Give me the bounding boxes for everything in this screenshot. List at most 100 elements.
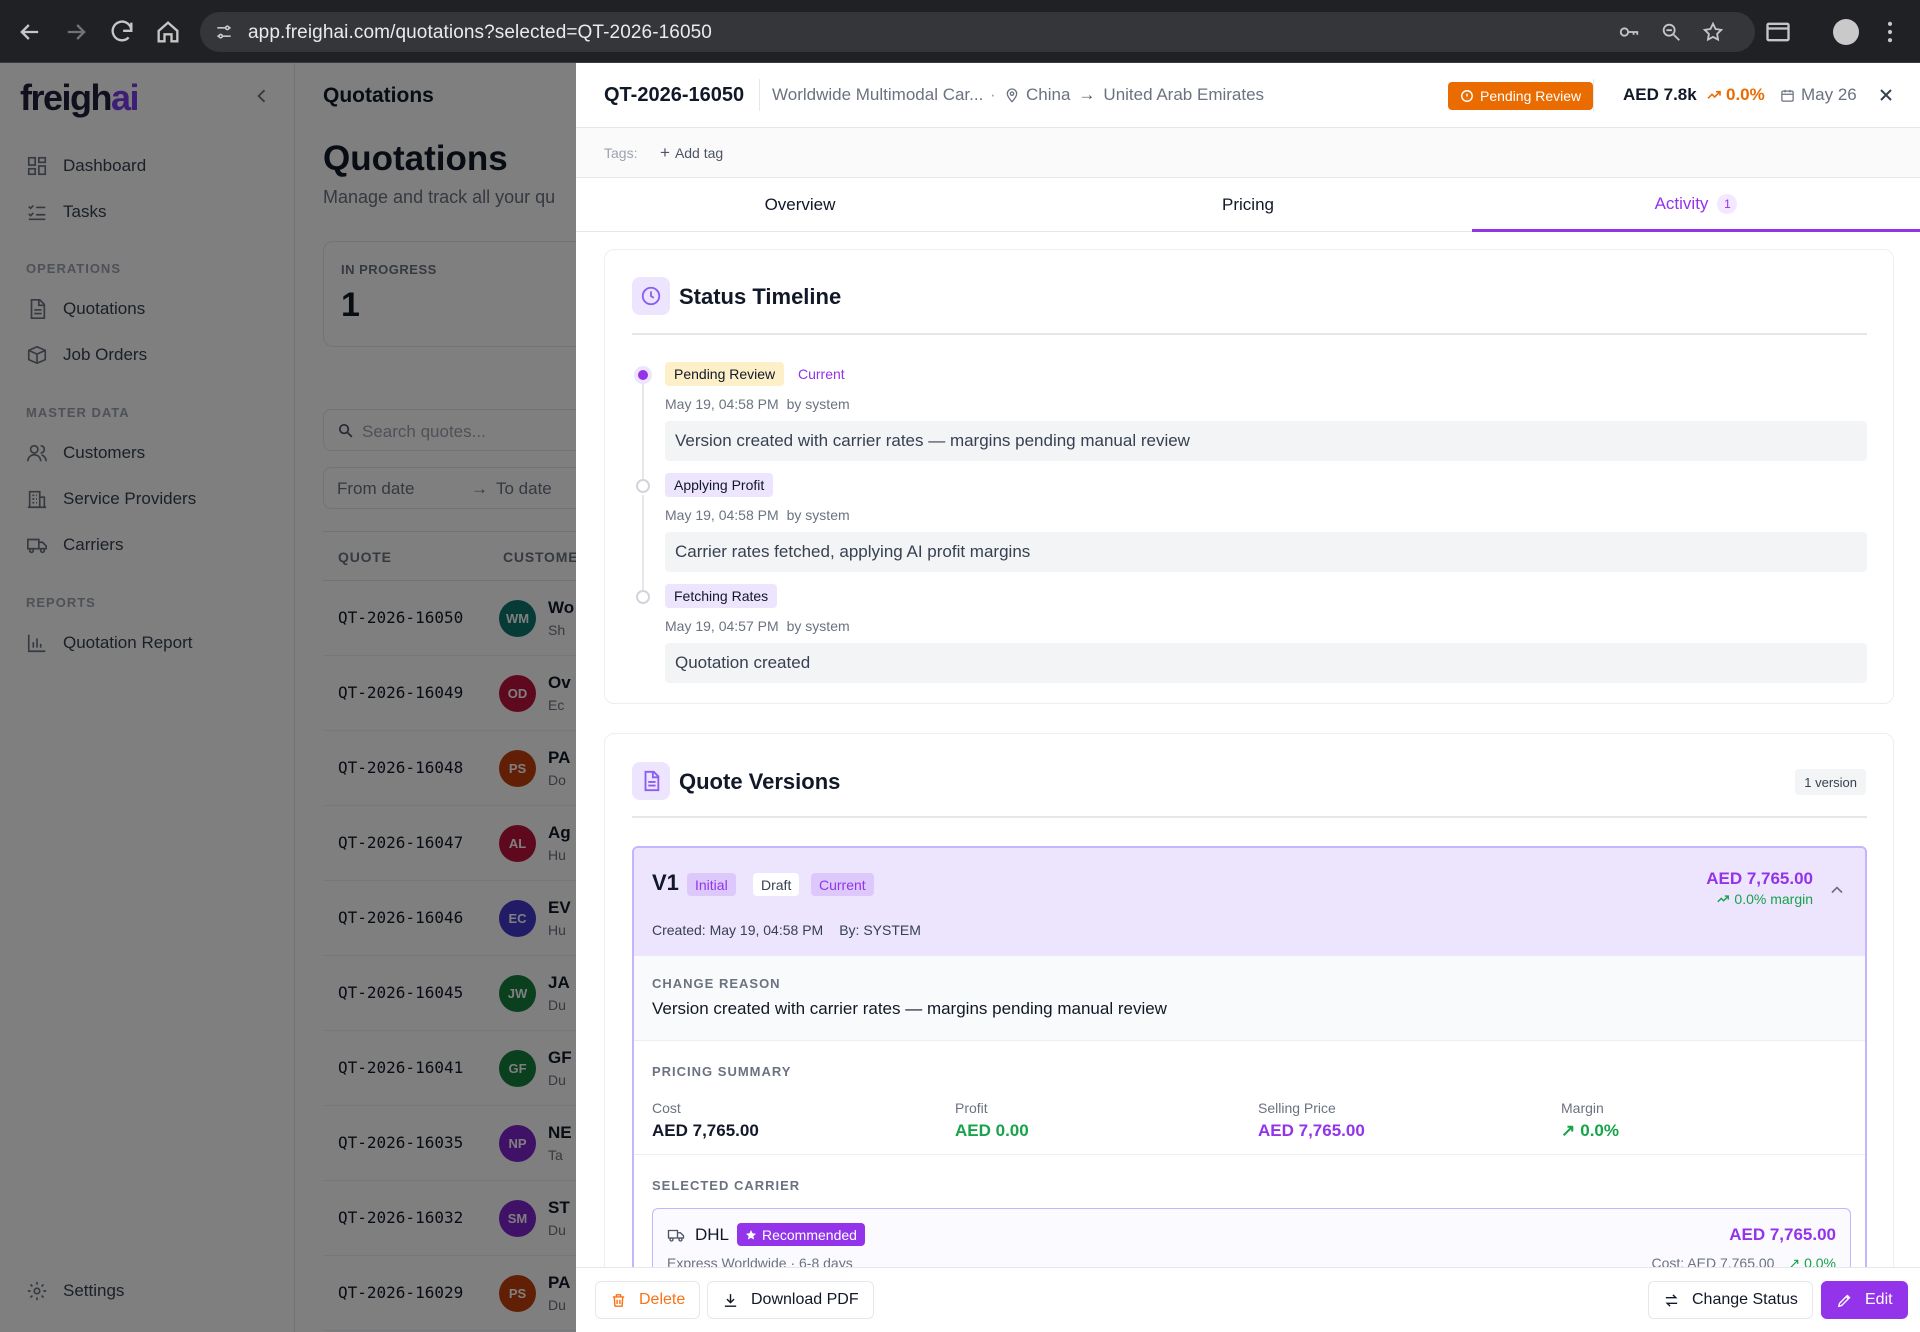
timeline-connector (642, 495, 644, 590)
route: China → United Arab Emirates (1004, 85, 1264, 105)
pricing-summary-label: PRICING SUMMARY (652, 1064, 792, 1079)
forward-icon[interactable] (62, 18, 90, 46)
version-meta: Created: May 19, 04:58 PM By: SYSTEM (652, 922, 921, 938)
pricing-margin: Margin ↗ 0.0% (1561, 1100, 1619, 1140)
version-header[interactable]: V1 Initial Draft Current AED 7,765.00 0.… (634, 848, 1865, 956)
timeline-author: by system (786, 396, 850, 412)
route-destination: United Arab Emirates (1103, 85, 1265, 104)
separator-dot: · (990, 85, 996, 104)
timeline-note: Quotation created (665, 643, 1867, 683)
tab-overview[interactable]: Overview (576, 178, 1024, 232)
timeline-status-badge: Pending Review (665, 362, 785, 386)
version-created: Created: May 19, 04:58 PM (652, 922, 824, 938)
timeline-connector (642, 384, 644, 479)
timeline-item: Pending Review Current May 19, 04:58 PM by … (632, 362, 1867, 479)
timeline-status-badge: Fetching Rates (665, 584, 778, 608)
reload-icon[interactable] (108, 18, 136, 46)
version-card: V1 Initial Draft Current AED 7,765.00 0.… (632, 846, 1867, 1332)
version-tag-current: Current (811, 873, 874, 896)
timeline-time: May 19, 04:58 PM by system (665, 507, 850, 523)
arrow-right-icon: → (1078, 85, 1096, 104)
back-icon[interactable] (16, 18, 44, 46)
selected-carrier-label: SELECTED CARRIER (652, 1178, 801, 1193)
timeline-author: by system (786, 618, 850, 634)
timeline-current-label: Current (798, 366, 845, 382)
timeline-dot (636, 368, 650, 382)
document-icon (632, 762, 670, 800)
status-timeline-section: Status Timeline Pending Review Current May… (604, 249, 1894, 704)
version-amount: AED 7,765.00 (1706, 869, 1813, 888)
close-icon[interactable] (1876, 85, 1896, 105)
swap-arrows-icon (1665, 1293, 1678, 1307)
divider (759, 79, 760, 111)
version-count-badge: 1 version (1795, 769, 1866, 795)
address-bar[interactable]: app.freighai.com/quotations?selected=QT-… (200, 12, 1755, 52)
calendar-icon (1781, 89, 1794, 102)
customer-name[interactable]: Worldwide Multimodal Car... (772, 85, 983, 105)
tags-label: Tags: (604, 145, 638, 161)
download-pdf-button[interactable]: Download PDF (707, 1281, 874, 1319)
timeline-time: May 19, 04:57 PM by system (665, 618, 850, 634)
timeline-note: Carrier rates fetched, applying AI profi… (665, 532, 1867, 572)
browser-menu-icon[interactable] (1876, 18, 1904, 46)
clock-icon (632, 277, 670, 315)
delete-button[interactable]: Delete (595, 1281, 701, 1319)
change-status-button[interactable]: Change Status (1648, 1281, 1813, 1319)
pencil-icon (1837, 1294, 1851, 1307)
download-icon (724, 1293, 737, 1307)
quote-id: QT-2026-16050 (604, 84, 745, 106)
panel-footer: Delete Download PDF Change Status Edit (576, 1267, 1920, 1332)
browser-toolbar: app.freighai.com/quotations?selected=QT-… (0, 0, 1920, 63)
tab-search-icon[interactable] (1764, 18, 1792, 46)
tab-activity[interactable]: Activity 1 (1472, 178, 1920, 232)
divider (1593, 79, 1594, 111)
edit-button[interactable]: Edit (1821, 1281, 1908, 1319)
star-icon (746, 1229, 756, 1240)
quote-versions-section: Quote Versions 1 version V1 Initial Draf… (604, 733, 1894, 1332)
version-tag-draft: Draft (753, 873, 800, 896)
profile-avatar[interactable] (1833, 19, 1859, 45)
bookmark-star-icon[interactable] (1702, 21, 1724, 43)
divider (632, 333, 1867, 335)
activity-count-badge: 1 (1717, 193, 1738, 214)
tags-bar: Tags: + Add tag (576, 128, 1920, 178)
add-tag-button[interactable]: + Add tag (660, 143, 723, 163)
section-title: Quote Versions (679, 769, 841, 794)
status-badge[interactable]: Pending Review (1448, 82, 1594, 110)
change-reason: CHANGE REASON Version created with carri… (634, 956, 1865, 1041)
carrier-amount: AED 7,765.00 (1729, 1225, 1836, 1244)
panel-header: QT-2026-16050 Worldwide Multimodal Car..… (576, 63, 1920, 128)
tab-pricing[interactable]: Pricing (1024, 178, 1472, 232)
truck-icon (667, 1229, 685, 1242)
timeline-status-badge: Applying Profit (665, 473, 774, 497)
trend-up-icon: ↗ (1561, 1121, 1576, 1140)
pricing-cost: Cost AED 7,765.00 (652, 1100, 759, 1140)
home-icon[interactable] (154, 18, 182, 46)
url-text: app.freighai.com/quotations?selected=QT-… (248, 22, 712, 43)
quote-amount: AED 7.8k (1623, 85, 1697, 104)
timeline-note: Version created with carrier rates — mar… (665, 421, 1867, 461)
location-pin-icon (1006, 88, 1018, 103)
password-key-icon[interactable] (1618, 21, 1640, 43)
version-margin: 0.0% margin (1716, 891, 1813, 907)
trend-up-icon (1717, 895, 1730, 903)
timeline-item: Fetching Rates May 19, 04:57 PM by system Q… (632, 584, 1867, 684)
app-root: freighai Dashboard Tasks OPERATIONS Quot… (0, 63, 1920, 1332)
quote-margin: 0.0% (1706, 85, 1765, 105)
route-origin: China (1026, 85, 1071, 104)
timeline-item: Applying Profit May 19, 04:58 PM by system… (632, 473, 1867, 590)
version-name: V1 (652, 870, 679, 895)
quote-date: May 26 (1780, 85, 1857, 105)
zoom-icon[interactable] (1660, 21, 1682, 43)
pricing-summary: PRICING SUMMARY Cost AED 7,765.00 Profit AE… (634, 1041, 1865, 1155)
trend-up-icon (1707, 90, 1721, 99)
version-by: By: SYSTEM (839, 922, 921, 938)
status-label: Pending Review (1480, 88, 1582, 104)
plus-icon: + (660, 143, 670, 162)
chevron-up-icon[interactable] (1827, 880, 1847, 900)
divider (632, 816, 1867, 818)
timeline-dot (636, 479, 650, 493)
version-tag-initial: Initial (687, 873, 736, 896)
change-reason-label: CHANGE REASON (652, 976, 781, 991)
site-settings-icon[interactable] (214, 22, 234, 42)
